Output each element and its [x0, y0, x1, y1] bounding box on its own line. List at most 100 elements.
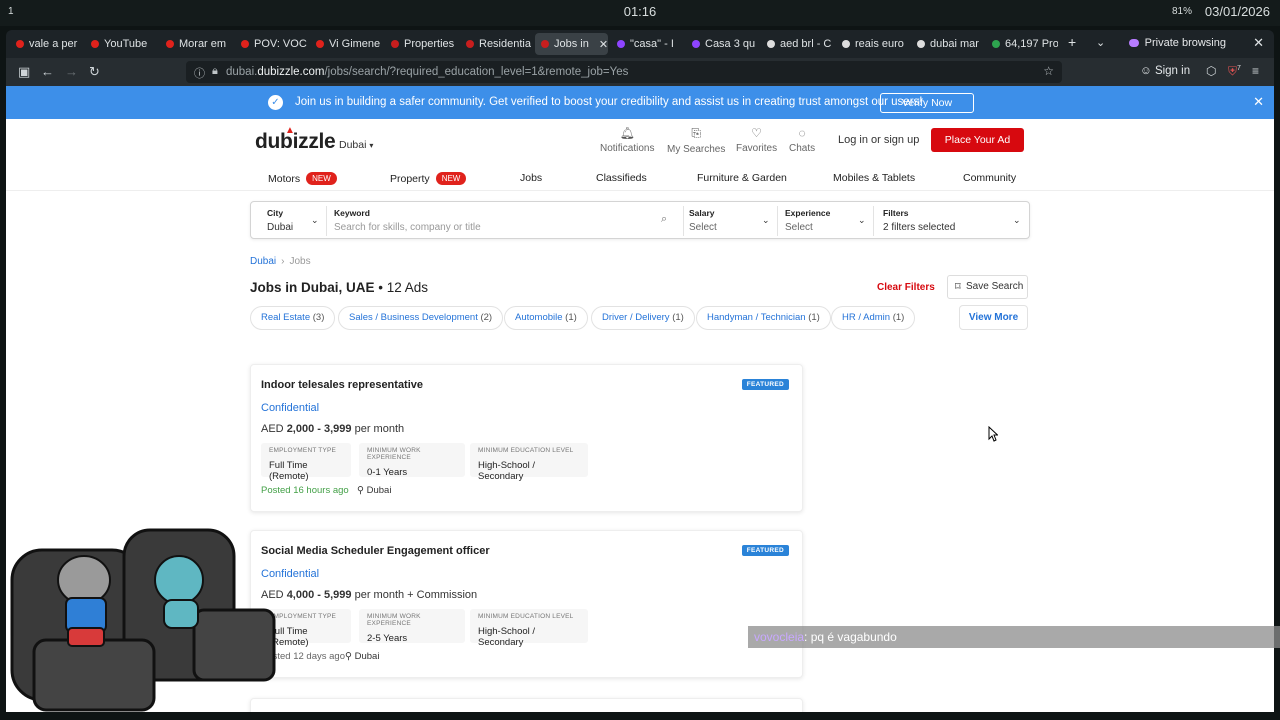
dubizzle-icon [466, 40, 474, 48]
browser-tab[interactable]: Morar em [160, 33, 232, 55]
reload-icon[interactable]: ↻ [89, 64, 100, 80]
save-search-button[interactable]: ⌑ Save Search [947, 275, 1028, 299]
check-icon: ✓ [268, 95, 283, 110]
job-listing-card[interactable]: Social Media Scheduler Engagement office… [250, 530, 803, 678]
breadcrumb-dubai[interactable]: Dubai [250, 256, 276, 267]
close-tab-icon[interactable]: ✕ [599, 38, 608, 51]
category-pill[interactable]: Real Estate (3) [250, 306, 336, 330]
info-icon[interactable]: ⓘ [194, 65, 205, 81]
close-window-icon[interactable]: ✕ [1253, 35, 1264, 51]
mouse-cursor-icon [988, 426, 998, 442]
verification-banner: ✓ Join us in building a safer community.… [6, 86, 1274, 119]
browser-tab[interactable]: POV: VOC [235, 33, 307, 55]
private-mask-icon [1128, 39, 1139, 47]
featured-badge: FEATURED [741, 379, 789, 390]
youtube-icon [91, 40, 99, 48]
job-title[interactable]: Social Media Scheduler Engagement office… [261, 545, 490, 557]
date: 03/01/2026 [1204, 4, 1270, 19]
nav-category-motors[interactable]: Motors NEW [268, 172, 337, 185]
clear-filters-button[interactable]: Clear Filters [877, 282, 935, 293]
browser-tab[interactable]: reais euro [836, 33, 908, 55]
forward-icon[interactable]: → [65, 64, 78, 79]
notifications-link[interactable]: 🔔︎ Notifications [600, 126, 654, 154]
category-pill[interactable]: Handyman / Technician (1) [696, 306, 831, 330]
chevron-down-icon: ⌄ [858, 215, 866, 225]
back-icon[interactable]: ← [41, 64, 54, 79]
bookmark-star-icon[interactable]: ☆ [1043, 64, 1054, 78]
new-tab-icon[interactable]: + [1068, 34, 1076, 50]
browser-tab[interactable]: Residentia [460, 33, 532, 55]
login-link[interactable]: Log in or sign up [838, 134, 919, 146]
google-icon [767, 40, 775, 48]
experience-filter[interactable]: Experience Select [785, 208, 830, 233]
nav-category-jobs[interactable]: Jobs [520, 172, 542, 184]
job-listing-card[interactable]: Indoor telesales representative FEATURED… [250, 364, 803, 512]
chevron-down-icon[interactable]: ⌄ [1096, 36, 1105, 49]
keyword-input[interactable]: Keyword Search for skills, company or tit… [334, 208, 674, 233]
location-pin-icon: ⚲ [345, 651, 352, 662]
bookmark-icon: ⌑ [955, 281, 961, 293]
browser-tab[interactable]: Casa 3 qu [686, 33, 758, 55]
city-selector[interactable]: Dubai ▾ [339, 139, 373, 151]
chats-link[interactable]: ◌ Chats [789, 126, 815, 154]
clock: 01:16 [623, 4, 657, 19]
nav-category-furniture-garden[interactable]: Furniture & Garden [697, 172, 787, 184]
sign-in-button[interactable]: ☺ Sign in [1140, 65, 1190, 77]
employment-type: EMPLOYMENT TYPE Full Time (Remote) [261, 443, 351, 482]
browser-tab[interactable]: YouTube [85, 33, 157, 55]
browser-tab[interactable]: vale a per [10, 33, 82, 55]
city-filter[interactable]: City Dubai [267, 208, 293, 233]
education-level: MINIMUM EDUCATION LEVEL High-School / Sec… [470, 443, 588, 482]
favorites-link[interactable]: ♡ Favorites [736, 126, 777, 154]
nav-category-community[interactable]: Community [963, 172, 1016, 184]
filters-dropdown[interactable]: Filters 2 filters selected [883, 208, 955, 233]
category-pill[interactable]: Sales / Business Development (2) [338, 306, 504, 330]
chevron-down-icon: ⌄ [1013, 215, 1021, 225]
nav-category-classifieds[interactable]: Classifieds [596, 172, 647, 184]
url-text[interactable]: dubai.dubizzle.com/jobs/search/?required… [226, 66, 628, 78]
divider [873, 206, 874, 236]
nav-category-property[interactable]: Property NEW [390, 172, 467, 185]
salary-filter[interactable]: Salary Select [689, 208, 717, 233]
sidebar-toggle-icon[interactable]: ▣ [18, 64, 30, 80]
category-pill[interactable]: Automobile (1) [504, 306, 588, 330]
ublock-icon[interactable]: ⛨7 [1228, 64, 1241, 79]
category-pill[interactable]: Driver / Delivery (1) [591, 306, 695, 330]
new-badge: NEW [435, 172, 467, 185]
nav-category-mobiles-tablets[interactable]: Mobiles & Tablets [833, 172, 915, 184]
category-pill[interactable]: HR / Admin (1) [831, 306, 916, 330]
browser-tab[interactable]: dubai mar [911, 33, 983, 55]
my-searches-link[interactable]: ⎘ My Searches [667, 126, 725, 155]
menu-icon[interactable]: ≡ [1252, 64, 1259, 78]
divider [683, 206, 684, 236]
location-pin-icon: ⚲ [357, 485, 364, 496]
posted-time: Posted 16 hours ago [261, 485, 349, 496]
place-ad-button[interactable]: Place Your Ad [931, 128, 1024, 152]
search-icon[interactable]: ⌕ [661, 213, 667, 226]
google-icon [917, 40, 925, 48]
extensions-icon[interactable]: ⬡ [1206, 64, 1216, 78]
job-title[interactable]: Indoor telesales representative [261, 379, 423, 391]
heart-icon: ♡ [751, 126, 762, 140]
youtube-icon [316, 40, 324, 48]
browser-tab[interactable]: "casa" - I [611, 33, 683, 55]
private-browsing-indicator: Private browsing [1128, 37, 1226, 49]
streamer-avatar-overlay [10, 528, 276, 712]
dubizzle-icon [391, 40, 399, 48]
job-search-bar: City Dubai ⌄ Keyword Search for skills, co… [250, 201, 1030, 239]
close-icon[interactable]: ✕ [1253, 94, 1264, 110]
dubizzle-logo[interactable]: dubizzle ▲ [255, 125, 336, 154]
breadcrumb: Dubai › Jobs [250, 256, 311, 267]
view-more-button[interactable]: View More [959, 305, 1028, 330]
lock-icon[interactable]: 🔒︎ [212, 65, 218, 78]
browser-tab[interactable]: Vi Gimene [310, 33, 382, 55]
new-badge: NEW [306, 172, 337, 185]
browser-tab[interactable]: aed brl - C [761, 33, 833, 55]
search-engine-icon [692, 40, 700, 48]
browser-tab-active[interactable]: Jobs in ✕ [535, 33, 608, 55]
browser-tab[interactable]: 64,197 Pro [986, 33, 1058, 55]
verify-now-button[interactable]: Verify Now [880, 93, 974, 113]
header-divider [6, 190, 1274, 191]
address-bar[interactable]: ⓘ 🔒︎ dubai.dubizzle.com/jobs/search/?req… [186, 61, 1062, 83]
browser-tab[interactable]: Properties [385, 33, 457, 55]
